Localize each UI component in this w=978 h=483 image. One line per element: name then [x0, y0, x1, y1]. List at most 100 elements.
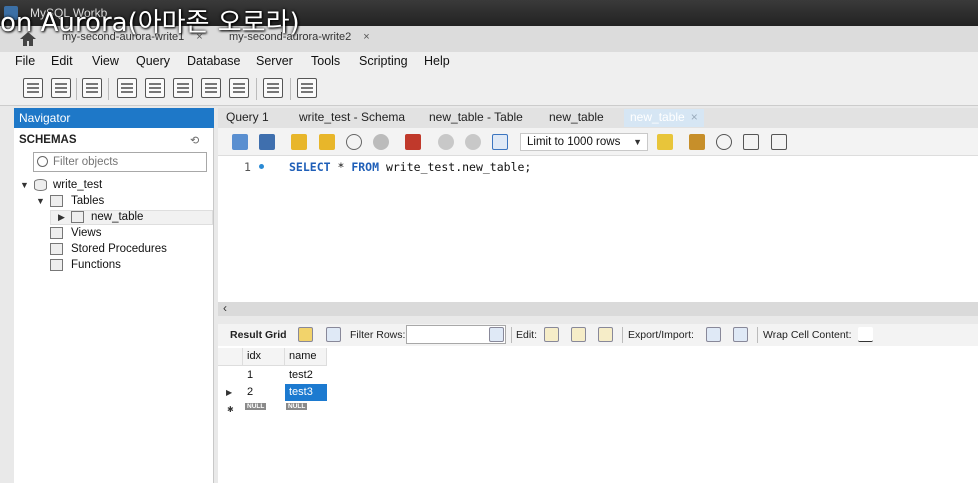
close-icon[interactable]: × [363, 31, 369, 43]
filter-objects-input[interactable] [53, 155, 203, 169]
tab-new-table-active[interactable]: new_table × [624, 109, 704, 127]
create-function-icon[interactable] [229, 78, 249, 98]
wrap-cell-icon[interactable] [858, 327, 873, 342]
menu-scripting[interactable]: Scripting [359, 54, 408, 68]
column-header-idx[interactable]: idx [243, 348, 285, 366]
filter-options-icon[interactable] [489, 327, 504, 342]
execute-icon[interactable] [291, 134, 307, 150]
autocommit-icon[interactable] [492, 134, 508, 150]
result-grid-tab[interactable]: Result Grid [230, 329, 287, 341]
add-snippet-icon[interactable] [657, 134, 673, 150]
horizontal-scrollbar[interactable]: ‹ [218, 301, 978, 316]
tree-item-write-test[interactable]: ▼ write_test [20, 178, 210, 194]
tree-item-views[interactable]: Views [50, 226, 210, 242]
export-import-label: Export/Import: [628, 329, 694, 341]
tree-item-functions[interactable]: Functions [50, 258, 210, 274]
menu-edit[interactable]: Edit [51, 54, 73, 68]
invisible-chars-icon[interactable] [743, 134, 759, 150]
main-toolbar [0, 72, 978, 106]
refresh-icon[interactable]: ⟲ [190, 134, 199, 147]
new-row-icon: ✱ [227, 405, 234, 414]
new-sql-tab-icon[interactable] [23, 78, 43, 98]
export-icon[interactable] [706, 327, 721, 342]
menu-server[interactable]: Server [256, 54, 293, 68]
refresh-icon[interactable] [326, 327, 341, 342]
edit-row-icon[interactable] [544, 327, 559, 342]
sql-statement[interactable]: SELECT * FROM write_test.new_table; [289, 160, 531, 174]
explain-icon[interactable] [346, 134, 362, 150]
folder-icon [50, 195, 63, 207]
import-icon[interactable] [733, 327, 748, 342]
expand-arrow-icon[interactable]: ▼ [36, 196, 45, 206]
cell-name[interactable]: test2 [285, 367, 327, 383]
inspector-icon[interactable] [82, 78, 102, 98]
limit-rows-value: Limit to 1000 rows [527, 136, 621, 148]
delete-row-icon[interactable] [598, 327, 613, 342]
create-schema-icon[interactable] [117, 78, 137, 98]
toggle-error-icon[interactable] [405, 134, 421, 150]
toolbar-divider [511, 327, 512, 343]
table-icon [71, 211, 84, 223]
search-table-data-icon[interactable] [263, 78, 283, 98]
null-badge[interactable]: NULL [245, 403, 267, 410]
toolbar-divider [76, 78, 77, 100]
open-folder-icon[interactable] [232, 134, 248, 150]
save-icon[interactable] [259, 134, 275, 150]
tab-write-test-schema[interactable]: write_test - Schema [299, 110, 405, 124]
tab-new-table-table[interactable]: new_table - Table [429, 110, 523, 124]
cell-idx[interactable]: 1 [243, 367, 285, 383]
commit-icon[interactable] [438, 134, 454, 150]
create-procedure-icon[interactable] [201, 78, 221, 98]
tree-item-label: Tables [71, 195, 105, 207]
create-view-icon[interactable] [173, 78, 193, 98]
toolbar-divider [757, 327, 758, 343]
toolbar-divider [108, 78, 109, 100]
tab-query-1[interactable]: Query 1 [226, 110, 269, 124]
tab-new-table[interactable]: new_table [549, 110, 604, 124]
expand-arrow-icon[interactable]: ▼ [20, 180, 29, 190]
tree-item-label: write_test [53, 179, 103, 191]
menu-database[interactable]: Database [187, 54, 241, 68]
execute-current-icon[interactable] [319, 134, 335, 150]
null-badge[interactable]: NULL [286, 403, 308, 410]
find-icon[interactable] [716, 134, 732, 150]
expand-arrow-icon[interactable]: ▶ [58, 212, 65, 223]
tree-item-label: Functions [71, 259, 121, 271]
menu-help[interactable]: Help [424, 54, 450, 68]
form-editor-icon[interactable] [298, 327, 313, 342]
database-icon [34, 179, 47, 191]
tab-label: new_table [630, 110, 685, 124]
cell-idx[interactable]: 2 [243, 384, 285, 400]
scroll-left-icon[interactable]: ‹ [223, 301, 227, 315]
menu-view[interactable]: View [92, 54, 119, 68]
filter-objects-box[interactable] [33, 152, 207, 172]
tree-item-tables[interactable]: ▼ Tables [36, 194, 206, 210]
stop-icon[interactable] [373, 134, 389, 150]
menu-tools[interactable]: Tools [311, 54, 340, 68]
menu-file[interactable]: File [15, 54, 35, 68]
video-caption: on Aurora(아마존 오로라) [0, 8, 300, 38]
tree-item-stored-procedures[interactable]: Stored Procedures [50, 242, 210, 258]
beautify-icon[interactable] [689, 134, 705, 150]
menu-query[interactable]: Query [136, 54, 170, 68]
toolbar-divider [256, 78, 257, 100]
result-toolbar: Result Grid Filter Rows: Edit: Export/Im… [218, 324, 978, 346]
navigator-panel: Navigator SCHEMAS ⟲ ▼ write_test ▼ Table… [14, 108, 214, 483]
close-icon[interactable]: × [691, 110, 698, 124]
sql-editor[interactable]: 1 SELECT * FROM write_test.new_table; [218, 156, 978, 302]
line-number: 1 [244, 160, 251, 174]
editor-tabs: Query 1 write_test - Schema new_table - … [218, 108, 978, 128]
open-sql-script-icon[interactable] [51, 78, 71, 98]
column-header-name[interactable]: name [285, 348, 327, 366]
cell-name-selected[interactable]: test3 [285, 384, 327, 401]
rollback-icon[interactable] [465, 134, 481, 150]
word-wrap-icon[interactable] [771, 134, 787, 150]
create-table-icon[interactable] [145, 78, 165, 98]
insert-row-icon[interactable] [571, 327, 586, 342]
reconnect-icon[interactable] [297, 78, 317, 98]
tree-item-label: Stored Procedures [71, 243, 167, 255]
tree-item-label: new_table [91, 211, 144, 223]
limit-rows-select[interactable]: Limit to 1000 rows ▼ [520, 133, 648, 151]
tree-item-new-table[interactable]: ▶ new_table [50, 210, 213, 225]
menu-bar: File Edit View Query Database Server Too… [0, 52, 978, 72]
